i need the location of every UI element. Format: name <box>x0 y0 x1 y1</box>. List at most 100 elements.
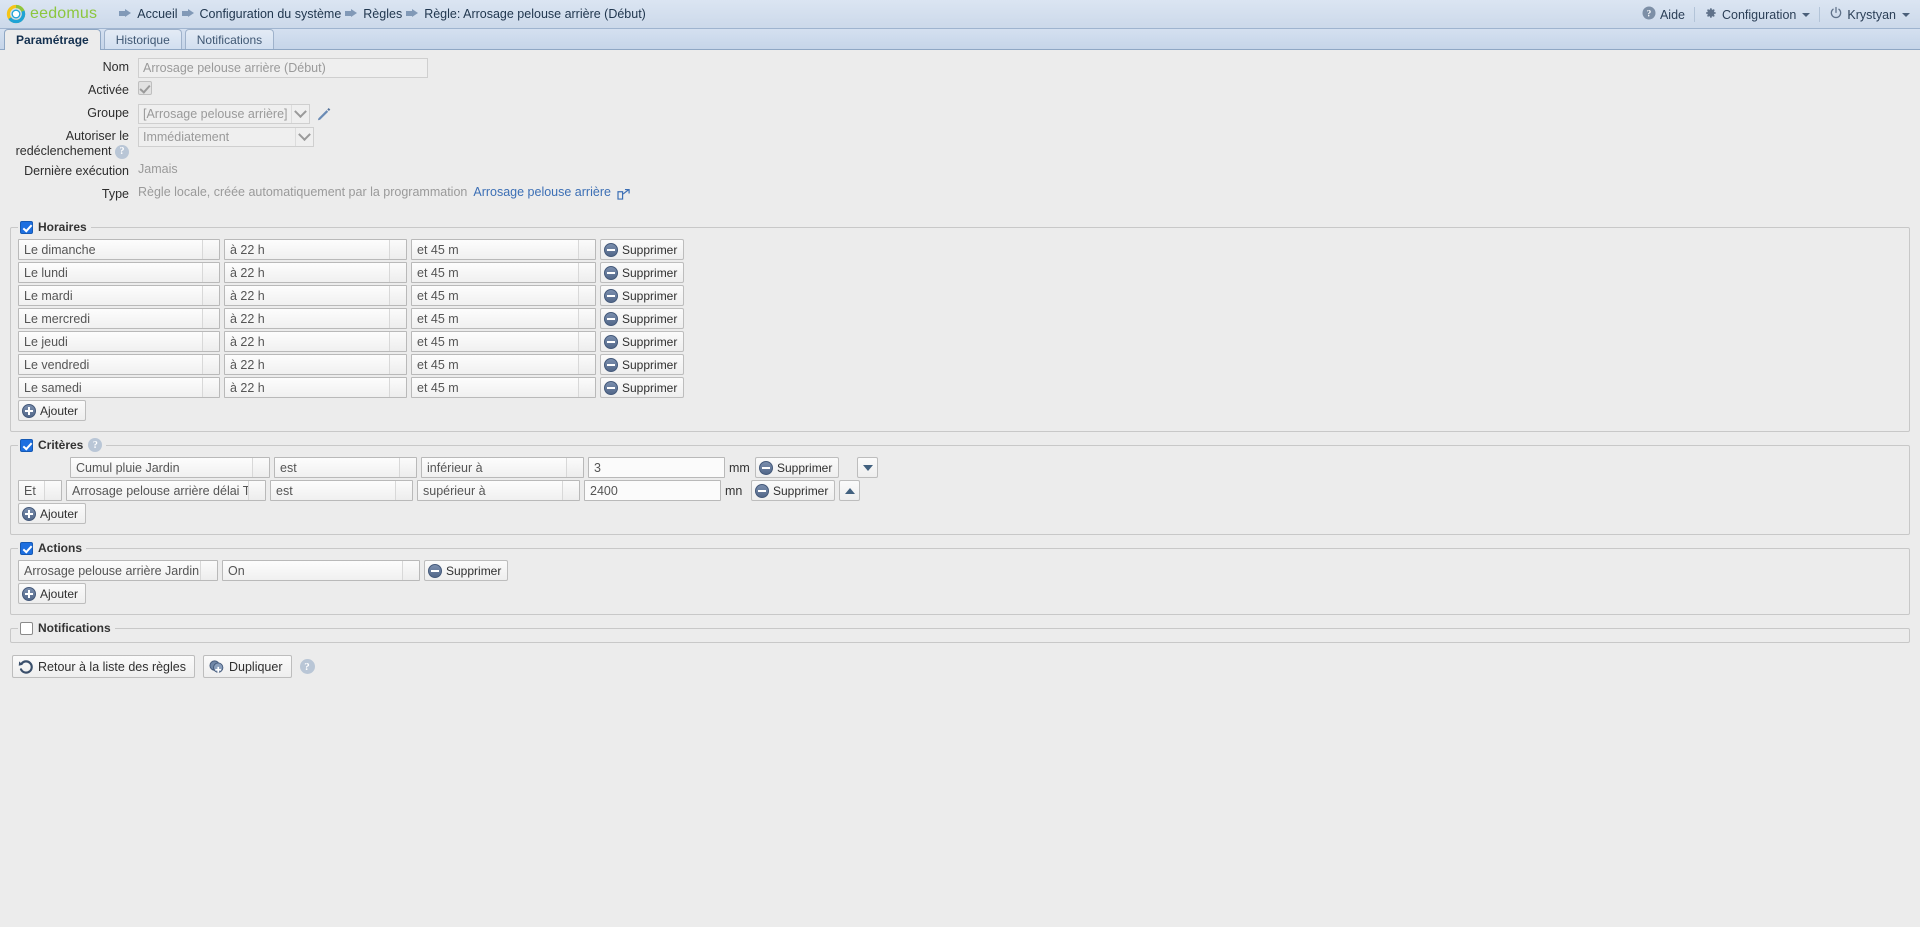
help-icon[interactable]: ? <box>115 144 129 159</box>
critere-source-select[interactable]: Arrosage pelouse arrière délai Test <box>66 480 266 501</box>
duplicate-button[interactable]: Dupliquer <box>203 655 292 678</box>
horaire-day-select[interactable]: Le dimanche <box>18 239 220 260</box>
chevron-down-icon <box>566 458 583 477</box>
breadcrumb-item-accueil[interactable]: Accueil <box>119 7 178 21</box>
breadcrumb-label: Règles <box>363 7 403 21</box>
breadcrumb-label: Règle: Arrosage pelouse arrière (Début) <box>424 7 646 21</box>
horaire-day-select[interactable]: Le lundi <box>18 262 220 283</box>
delete-horaire-button[interactable]: Supprimer <box>600 285 685 306</box>
breadcrumb-item-configuration[interactable]: Configuration du système <box>181 7 341 21</box>
horaire-minute-select[interactable]: et 45 m <box>411 239 596 260</box>
critere-comparator-select[interactable]: supérieur à <box>417 480 580 501</box>
edit-pencil-icon[interactable] <box>316 106 332 122</box>
critere-operator-select[interactable]: est <box>274 457 417 478</box>
critere-comparator-select[interactable]: inférieur à <box>421 457 584 478</box>
horaire-day-select[interactable]: Le jeudi <box>18 331 220 352</box>
horaire-hour-value: à 22 h <box>230 265 265 280</box>
type-programmation-link[interactable]: Arrosage pelouse arrière <box>473 185 611 199</box>
horaire-day-value: Le samedi <box>24 380 82 395</box>
critere-operator-value: est <box>276 483 293 498</box>
action-value-select[interactable]: On <box>222 560 420 581</box>
horaire-day-select[interactable]: Le mardi <box>18 285 220 306</box>
external-link-icon[interactable] <box>617 187 630 200</box>
delete-horaire-button[interactable]: Supprimer <box>600 354 685 375</box>
arrow-right-icon <box>181 9 195 19</box>
tab-notifications[interactable]: Notifications <box>184 29 275 49</box>
horaire-hour-value: à 22 h <box>230 288 265 303</box>
delete-critere-button[interactable]: Supprimer <box>751 480 836 501</box>
horaire-minute-select[interactable]: et 45 m <box>411 377 596 398</box>
derniere-execution-label: Dernière exécution <box>24 164 129 178</box>
tab-parametrage[interactable]: Paramétrage <box>4 29 101 50</box>
delete-horaire-button[interactable]: Supprimer <box>600 262 685 283</box>
delete-horaire-button[interactable]: Supprimer <box>600 331 685 352</box>
notifications-checkbox[interactable] <box>20 621 33 635</box>
derniere-execution-value: Jamais <box>138 162 178 176</box>
actions-checkbox[interactable] <box>20 541 33 555</box>
horaire-day-select[interactable]: Le vendredi <box>18 354 220 375</box>
activee-checkbox[interactable] <box>138 81 152 95</box>
user-menu[interactable]: Krystyan <box>1829 6 1910 23</box>
delete-horaire-button[interactable]: Supprimer <box>600 377 685 398</box>
critere-operator-select[interactable]: est <box>270 480 413 501</box>
add-action-button[interactable]: Ajouter <box>18 583 87 604</box>
horaire-hour-select[interactable]: à 22 h <box>224 377 407 398</box>
horaire-hour-select[interactable]: à 22 h <box>224 331 407 352</box>
critere-value-input[interactable] <box>588 457 725 478</box>
add-label: Ajouter <box>40 403 79 418</box>
breadcrumb-item-regles[interactable]: Règles <box>345 7 402 21</box>
horaire-minute-value: et 45 m <box>417 265 459 280</box>
nom-input[interactable] <box>138 58 428 78</box>
horaire-hour-select[interactable]: à 22 h <box>224 308 407 329</box>
delete-horaire-button[interactable]: Supprimer <box>600 308 685 329</box>
field-row-groupe: Groupe [Arrosage pelouse arrière] <box>0 104 1920 124</box>
horaire-minute-value: et 45 m <box>417 288 459 303</box>
redeclenchement-select[interactable]: Immédiatement <box>138 127 314 147</box>
critere-value-input[interactable] <box>584 480 721 501</box>
horaire-minute-select[interactable]: et 45 m <box>411 262 596 283</box>
table-row: Le samedi à 22 h et 45 m Supprimer <box>18 377 1902 398</box>
horaire-minute-select[interactable]: et 45 m <box>411 331 596 352</box>
critere-source-select[interactable]: Cumul pluie Jardin <box>70 457 270 478</box>
help-icon[interactable]: ? <box>88 438 103 452</box>
chevron-down-icon <box>202 309 219 328</box>
horaire-hour-select[interactable]: à 22 h <box>224 262 407 283</box>
horaire-minute-select[interactable]: et 45 m <box>411 308 596 329</box>
horaire-day-select[interactable]: Le samedi <box>18 377 220 398</box>
horaire-hour-select[interactable]: à 22 h <box>224 239 407 260</box>
horaire-hour-select[interactable]: à 22 h <box>224 354 407 375</box>
add-horaire-button[interactable]: Ajouter <box>18 400 87 421</box>
delete-critere-button[interactable]: Supprimer <box>755 457 840 478</box>
criteres-checkbox[interactable] <box>20 438 33 452</box>
delete-action-button[interactable]: Supprimer <box>424 560 509 581</box>
action-device-select[interactable]: Arrosage pelouse arrière Jardin <box>18 560 218 581</box>
chevron-down-icon <box>578 378 595 397</box>
move-critere-down-button[interactable] <box>857 457 879 478</box>
back-to-rules-button[interactable]: Retour à la liste des règles <box>12 655 195 678</box>
horaires-checkbox[interactable] <box>20 220 33 234</box>
breadcrumb-item-current-rule: Règle: Arrosage pelouse arrière (Début) <box>406 7 646 21</box>
tab-historique[interactable]: Historique <box>103 29 182 49</box>
section-horaires: Horaires Le dimanche à 22 h et 45 m Supp… <box>10 220 1910 432</box>
help-icon[interactable]: ? <box>299 659 315 674</box>
brand-logo[interactable]: eedomus <box>6 4 97 24</box>
move-critere-up-button[interactable] <box>839 480 861 501</box>
action-device-value: Arrosage pelouse arrière Jardin <box>24 563 200 578</box>
chevron-down-icon <box>202 332 219 351</box>
delete-horaire-button[interactable]: Supprimer <box>600 239 685 260</box>
groupe-label: Groupe <box>87 106 129 120</box>
minus-circle-icon <box>759 460 773 475</box>
groupe-select[interactable]: [Arrosage pelouse arrière] <box>138 104 310 124</box>
table-row: Le lundi à 22 h et 45 m Supprimer <box>18 262 1902 283</box>
critere-conjunction-select[interactable]: Et <box>18 480 62 501</box>
configuration-menu[interactable]: Configuration <box>1704 6 1811 23</box>
add-critere-button[interactable]: Ajouter <box>18 503 87 524</box>
arrow-right-icon <box>345 9 358 19</box>
horaire-minute-select[interactable]: et 45 m <box>411 285 596 306</box>
horaire-day-select[interactable]: Le mercredi <box>18 308 220 329</box>
chevron-down-icon <box>578 263 595 282</box>
chevron-down-icon <box>578 286 595 305</box>
help-menu[interactable]: ? Aide <box>1642 6 1685 23</box>
horaire-minute-select[interactable]: et 45 m <box>411 354 596 375</box>
horaire-hour-select[interactable]: à 22 h <box>224 285 407 306</box>
